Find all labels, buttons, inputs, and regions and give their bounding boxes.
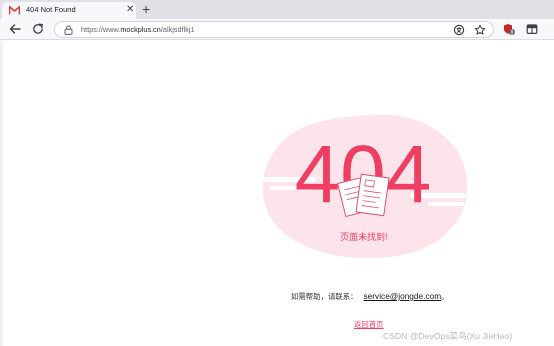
sidebar-icon[interactable] (526, 23, 538, 35)
support-email-link[interactable]: service@jongde.com (364, 291, 442, 301)
url-text[interactable]: https://www.mockplus.cn/alkjsdflkj1 (81, 25, 195, 34)
tab-active[interactable]: 404 Not Found ✕ (2, 2, 136, 19)
tab-title: 404 Not Found (26, 5, 76, 14)
browser-toolbar: https://www.mockplus.cn/alkjsdflkj1 8 (0, 19, 554, 40)
new-tab-button[interactable]: + (142, 0, 150, 18)
reload-icon[interactable] (31, 22, 45, 36)
mockplus-favicon-icon (9, 6, 20, 15)
help-contact: 如需帮助，请联系： service@jongde.com。 (291, 291, 449, 302)
error-message: 页面未找到! (340, 232, 388, 242)
url-host: mockplus.cn (120, 25, 161, 34)
extension-shield-icon[interactable]: 8 (503, 23, 515, 35)
back-home-link[interactable]: 返回首页 (354, 319, 384, 330)
tab-strip: 404 Not Found ✕ + (0, 0, 554, 19)
lock-icon[interactable] (64, 25, 73, 35)
help-label: 如需帮助，请联系： (291, 292, 358, 301)
svg-text:8: 8 (511, 30, 514, 35)
tab-close-icon[interactable]: ✕ (126, 4, 134, 16)
help-suffix: 。 (441, 292, 449, 301)
csdn-watermark: CSDN @DevOps菜鸟(Xu JieHao) (383, 331, 513, 341)
address-bar[interactable]: https://www.mockplus.cn/alkjsdflkj1 (54, 21, 494, 38)
translate-icon[interactable] (453, 24, 465, 36)
page-edge-shadow (0, 41, 3, 346)
url-path: /alkjsdflkj1 (160, 25, 195, 34)
url-prefix: https://www. (81, 25, 121, 34)
star-icon[interactable] (474, 24, 486, 36)
back-arrow-icon[interactable] (8, 22, 22, 36)
page-viewport: 404 页面未找到! 如需帮助，请联系：service@jongde.com。 … (0, 41, 554, 346)
